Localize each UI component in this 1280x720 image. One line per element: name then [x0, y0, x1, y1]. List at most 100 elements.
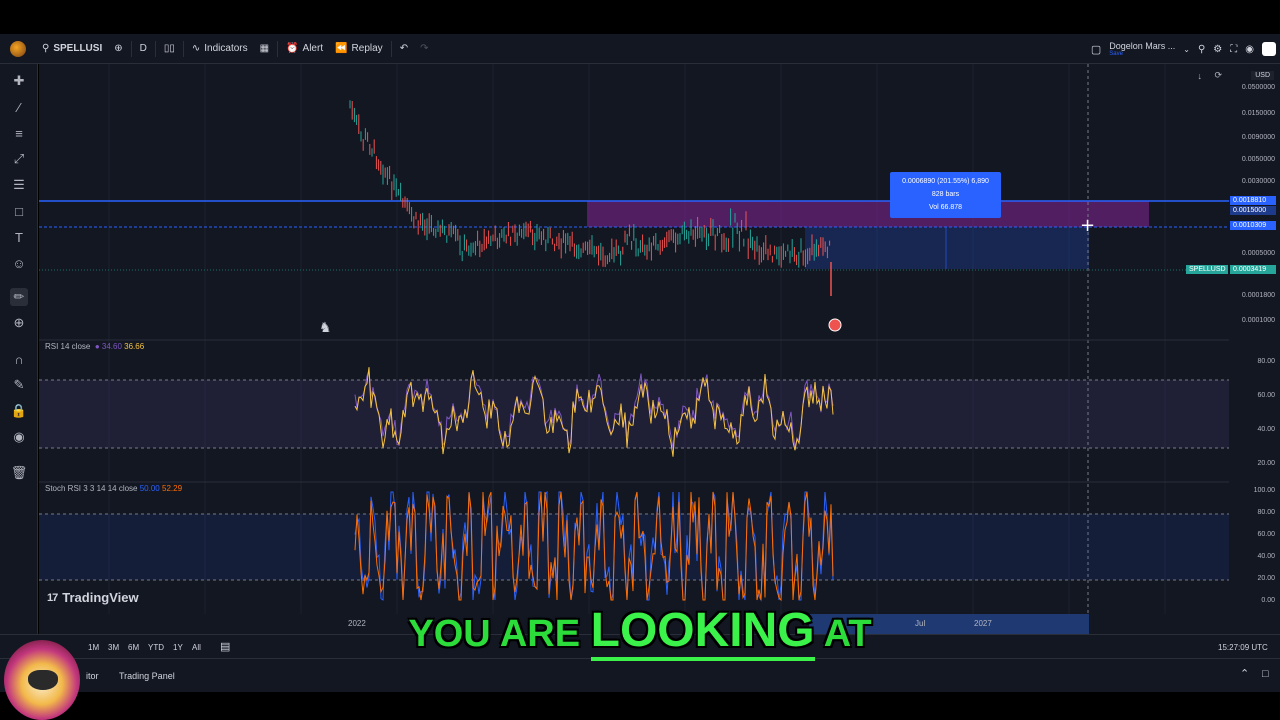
layout-icon[interactable]: ▢ [1091, 43, 1101, 56]
gear-icon[interactable]: ⚙ [1213, 44, 1222, 55]
channel-badge-logo [4, 640, 80, 720]
measure-bars: 828 bars [931, 191, 960, 198]
user-avatar[interactable] [10, 40, 26, 57]
magnet-icon[interactable]: ∩ [10, 350, 28, 368]
divider [390, 40, 392, 57]
rsi-legend[interactable]: RSI 14 close ● 34.60 36.66 [45, 342, 144, 351]
rsi-tick: 20.00 [1257, 460, 1275, 467]
symbol-label: SPELLUSI [53, 43, 103, 54]
divider [182, 40, 184, 57]
layout-save-status: Save [1109, 50, 1123, 57]
stoch-tick: 100.00 [1253, 487, 1275, 494]
publish-button[interactable] [1262, 42, 1276, 56]
rsi-tick: 40.00 [1257, 426, 1275, 433]
quick-search-icon[interactable]: ⚲ [1198, 44, 1205, 55]
tv-icon: 17 [47, 591, 58, 604]
price-tick: 0.0090000 [1241, 134, 1275, 141]
rewind-icon: ⏪ [335, 43, 348, 54]
chart-canvas[interactable]: + ♞ [39, 64, 1280, 614]
price-tag-last: 0.0003419 [1230, 265, 1276, 274]
toolbar-right: ▢ Dogelon Mars ... Save ⌄ ⚲ ⚙ ⛶ ◉ [1091, 34, 1280, 64]
stoch-legend[interactable]: Stoch RSI 3 3 14 14 close 50.00 52.29 [45, 484, 182, 493]
chart-area[interactable]: + ♞ USD ↓ ⟳ 0.0500000 0.0150000 0.009000… [39, 64, 1280, 634]
interval-button[interactable]: D [134, 34, 153, 64]
horizontal-lines-icon[interactable]: ≡ [10, 124, 28, 142]
indicators-button[interactable]: ∿ Indicators [186, 34, 254, 64]
stoch-title: Stoch RSI 3 3 14 14 close [45, 484, 138, 493]
stoch-tick: 40.00 [1257, 553, 1275, 560]
price-tick: 0.0001800 [1241, 292, 1275, 299]
fullscreen-icon[interactable]: ⛶ [1230, 44, 1237, 55]
caption-part-1: YOU ARE [408, 613, 591, 655]
maximize-icon[interactable]: □ [1262, 668, 1269, 680]
long-position-target-zone[interactable] [587, 201, 1149, 227]
rsi-tick: 60.00 [1257, 392, 1275, 399]
rsi-tick: 80.00 [1257, 358, 1275, 365]
stoch-tick: 20.00 [1257, 575, 1275, 582]
indicators-icon: ∿ [191, 43, 201, 54]
price-tick: 0.0005000 [1241, 250, 1275, 257]
download-icon[interactable]: ↓ [1198, 71, 1203, 81]
price-candles [349, 100, 831, 268]
undo-icon: ↶ [399, 43, 409, 54]
flag-marker-icon[interactable] [828, 318, 842, 332]
compare-button[interactable]: ⊕ [108, 34, 128, 64]
stoch-tick: 60.00 [1257, 531, 1275, 538]
drawing-toolbar: ✚ ∕ ≡ ⤢ ☰ □ T ☺ ✏ ⊕ ∩ ✎ 🔒 ◉ 🗑 [0, 64, 38, 664]
divider [154, 40, 156, 57]
symbol-search[interactable]: ⚲ SPELLUSI [36, 34, 108, 64]
stoch-d-value: 52.29 [162, 484, 183, 493]
rsi-title: RSI 14 close [45, 342, 91, 351]
divider [277, 40, 279, 57]
pine-editor-tab[interactable]: itor [86, 671, 99, 681]
alert-button[interactable]: ⏰ Alert [280, 34, 329, 64]
layout-name[interactable]: Dogelon Mars ... Save [1109, 41, 1175, 57]
measure-tooltip[interactable]: 0.0006890 (201.55%) 6,890 828 bars Vol 6… [890, 172, 1001, 218]
lock-icon[interactable]: 🔒 [10, 402, 28, 420]
chevron-down-icon[interactable]: ⌄ [1183, 45, 1190, 54]
price-tick: 0.0500000 [1241, 84, 1275, 91]
camera-icon[interactable]: ◉ [1245, 44, 1254, 55]
chart-type-button[interactable]: ▯▯ [158, 34, 181, 64]
trading-panel-tab[interactable]: Trading Panel [119, 671, 175, 681]
candles-icon: ▯▯ [163, 43, 175, 54]
redo-button[interactable]: ↷ [414, 34, 434, 64]
reset-icon[interactable]: ⟳ [1214, 70, 1222, 81]
bull-icon: ♞ [319, 320, 332, 336]
chevron-up-icon[interactable]: ⌃ [1240, 667, 1249, 680]
measure-volume: Vol 66.878 [928, 204, 963, 211]
top-toolbar: ⚲ SPELLUSI ⊕ D ▯▯ ∿ Indicators ▦ ⏰ Alert… [0, 34, 1280, 64]
stoch-tick: 80.00 [1257, 509, 1275, 516]
ruler-icon[interactable]: ✏ [10, 288, 28, 306]
divider [130, 40, 132, 57]
search-icon: ⚲ [42, 43, 50, 54]
interval-label: D [139, 43, 147, 54]
bottom-panel-bar: itor Trading Panel ⌃ □ [0, 658, 1280, 692]
top-letterbox [0, 0, 1280, 34]
templates-button[interactable]: ▦ [254, 34, 275, 64]
eye-icon[interactable]: ◉ [10, 428, 28, 446]
price-tag-resistance: 0.0018810 [1230, 196, 1276, 205]
zoom-in-icon[interactable]: ⊕ [10, 314, 28, 332]
price-tag-upper: 0.0015000 [1230, 206, 1276, 215]
price-tick: 0.0050000 [1241, 156, 1275, 163]
rsi-dot-icon: ● [94, 342, 100, 351]
fib-icon[interactable]: ☰ [10, 176, 28, 194]
emoji-icon[interactable]: ☺ [10, 254, 28, 272]
rectangle-icon[interactable]: □ [10, 202, 28, 220]
text-icon[interactable]: T [10, 228, 28, 246]
undo-button[interactable]: ↶ [394, 34, 414, 64]
pattern-icon[interactable]: ⤢ [10, 150, 28, 168]
stoch-k-value: 50.00 [139, 484, 160, 493]
trash-icon[interactable]: 🗑 [10, 464, 28, 482]
stay-drawing-icon[interactable]: ✎ [10, 376, 28, 394]
currency-badge[interactable]: USD [1251, 71, 1274, 80]
trendline-icon[interactable]: ∕ [10, 98, 28, 116]
measure-change: 0.0006890 (201.55%) 6,890 [902, 178, 989, 185]
long-position-stop-zone[interactable] [805, 227, 1089, 269]
replay-button[interactable]: ⏪ Replay [329, 34, 389, 64]
price-tick: 0.0150000 [1241, 110, 1275, 117]
rsi-value: 34.60 [101, 342, 122, 351]
caption-highlight: LOOKING [590, 604, 815, 661]
crosshair-icon[interactable]: ✚ [10, 72, 28, 90]
